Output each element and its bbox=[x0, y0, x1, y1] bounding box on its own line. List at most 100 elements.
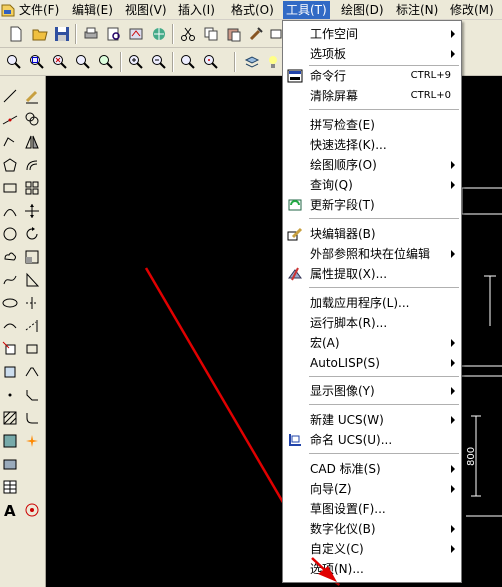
menu-draw[interactable]: 绘图(D) bbox=[338, 1, 387, 19]
menu-item-named-ucs[interactable]: 命名 UCS(U)... bbox=[283, 430, 461, 450]
submenu-arrow-icon bbox=[451, 181, 455, 189]
erase-icon[interactable] bbox=[22, 86, 42, 106]
etransmit-icon[interactable] bbox=[149, 24, 169, 44]
rectangle-icon[interactable] bbox=[0, 178, 20, 198]
polygon-icon[interactable] bbox=[0, 155, 20, 175]
block-editor-icon bbox=[286, 225, 304, 243]
menu-tools[interactable]: 工具(T) bbox=[283, 1, 330, 19]
gradient-icon[interactable] bbox=[0, 431, 20, 451]
menu-dimension[interactable]: 标注(N) bbox=[393, 1, 441, 19]
menu-item-block-editor[interactable]: 块编辑器(B) bbox=[283, 224, 461, 244]
revision-cloud-icon[interactable] bbox=[0, 247, 20, 267]
menu-item-spelling[interactable]: 拼写检查(E) bbox=[283, 115, 461, 135]
zoom-window-icon[interactable] bbox=[27, 52, 47, 72]
menu-file[interactable]: 文件(F) bbox=[16, 1, 62, 19]
zoom-center-icon[interactable] bbox=[201, 52, 221, 72]
menu-edit[interactable]: 编辑(E) bbox=[69, 1, 116, 19]
spline-icon[interactable] bbox=[0, 270, 20, 290]
chamfer-icon[interactable] bbox=[22, 385, 42, 405]
menu-item-run-script[interactable]: 运行脚本(R)... bbox=[283, 313, 461, 333]
construction-line-icon[interactable] bbox=[0, 109, 20, 129]
lightbulb-icon[interactable] bbox=[263, 52, 283, 72]
match-properties-icon[interactable] bbox=[246, 24, 266, 44]
insert-block-icon[interactable] bbox=[0, 339, 20, 359]
zoom-in-icon[interactable] bbox=[126, 52, 146, 72]
menu-item-wizards[interactable]: 向导(Z) bbox=[283, 479, 461, 499]
print-icon[interactable] bbox=[81, 24, 101, 44]
paste-icon[interactable] bbox=[224, 24, 244, 44]
break-icon[interactable] bbox=[22, 339, 42, 359]
stretch-icon[interactable] bbox=[22, 270, 42, 290]
layers-icon[interactable] bbox=[242, 52, 262, 72]
print-preview-icon[interactable] bbox=[104, 24, 124, 44]
menu-item-inquiry[interactable]: 查询(Q) bbox=[283, 175, 461, 195]
multiline-text-icon[interactable]: A bbox=[0, 500, 20, 520]
make-block-icon[interactable] bbox=[0, 362, 20, 382]
menu-item-tablet[interactable]: 数字化仪(B) bbox=[283, 519, 461, 539]
menu-item-xref-edit[interactable]: 外部参照和块在位编辑 bbox=[283, 244, 461, 264]
copy-icon[interactable] bbox=[201, 24, 221, 44]
menu-insert[interactable]: 插入(I) bbox=[175, 1, 218, 19]
join-icon[interactable] bbox=[22, 362, 42, 382]
menu-item-attribute-extraction[interactable]: 属性提取(X)... bbox=[283, 264, 461, 284]
svg-text:A: A bbox=[4, 502, 16, 518]
hatch-icon[interactable] bbox=[0, 408, 20, 428]
rotate-icon[interactable] bbox=[22, 224, 42, 244]
array-icon[interactable] bbox=[22, 178, 42, 198]
publish-icon[interactable] bbox=[126, 24, 146, 44]
menu-bar: 文件(F) 编辑(E) 视图(V) 插入(I) 格式(O) 工具(T) 绘图(D… bbox=[0, 0, 502, 20]
line-icon[interactable] bbox=[0, 86, 20, 106]
scale-icon[interactable] bbox=[22, 247, 42, 267]
submenu-arrow-icon bbox=[451, 485, 455, 493]
menu-item-autolisp[interactable]: AutoLISP(S) bbox=[283, 353, 461, 373]
menu-item-palettes[interactable]: 选项板 bbox=[283, 44, 461, 64]
menu-item-new-ucs[interactable]: 新建 UCS(W) bbox=[283, 410, 461, 430]
menu-format[interactable]: 格式(O) bbox=[228, 1, 277, 19]
ellipse-arc-icon[interactable] bbox=[0, 316, 20, 336]
move-icon[interactable] bbox=[22, 201, 42, 221]
target-icon[interactable] bbox=[22, 500, 42, 520]
circle-icon[interactable] bbox=[0, 224, 20, 244]
menu-modify[interactable]: 修改(M) bbox=[447, 1, 497, 19]
menu-item-options[interactable]: 选项(N)... bbox=[283, 559, 461, 579]
menu-item-display-image[interactable]: 显示图像(Y) bbox=[283, 381, 461, 401]
submenu-arrow-icon bbox=[451, 465, 455, 473]
menu-item-draw-order[interactable]: 绘图顺序(O) bbox=[283, 155, 461, 175]
menu-item-load-application[interactable]: 加载应用程序(L)... bbox=[283, 293, 461, 313]
menu-view[interactable]: 视图(V) bbox=[122, 1, 170, 19]
menu-item-update-fields[interactable]: 更新字段(T) bbox=[283, 195, 461, 215]
zoom-previous-icon[interactable] bbox=[50, 52, 70, 72]
menu-item-customize[interactable]: 自定义(C) bbox=[283, 539, 461, 559]
explode-icon[interactable] bbox=[22, 431, 42, 451]
menu-item-drafting-settings[interactable]: 草图设置(F)... bbox=[283, 499, 461, 519]
mirror-icon[interactable] bbox=[22, 132, 42, 152]
cut-icon[interactable] bbox=[178, 24, 198, 44]
new-file-icon[interactable] bbox=[6, 24, 26, 44]
zoom-realtime-icon[interactable] bbox=[4, 52, 24, 72]
region-icon[interactable] bbox=[0, 454, 20, 474]
zoom-extents-icon[interactable] bbox=[73, 52, 93, 72]
extend-icon[interactable] bbox=[22, 316, 42, 336]
zoom-scale-icon[interactable] bbox=[178, 52, 198, 72]
polyline-icon[interactable] bbox=[0, 132, 20, 152]
menu-item-cad-standards[interactable]: CAD 标准(S) bbox=[283, 459, 461, 479]
copy-object-icon[interactable] bbox=[22, 109, 42, 129]
zoom-out-icon[interactable] bbox=[149, 52, 169, 72]
submenu-arrow-icon bbox=[451, 50, 455, 58]
point-icon[interactable] bbox=[0, 385, 20, 405]
trim-icon[interactable] bbox=[22, 293, 42, 313]
menu-item-command-line[interactable]: 命令行 CTRL+9 bbox=[283, 66, 461, 86]
zoom-all-icon[interactable] bbox=[96, 52, 116, 72]
menu-item-macro[interactable]: 宏(A) bbox=[283, 333, 461, 353]
attribute-extraction-icon bbox=[286, 265, 304, 283]
save-icon[interactable] bbox=[52, 24, 72, 44]
offset-icon[interactable] bbox=[22, 155, 42, 175]
table-icon[interactable] bbox=[0, 477, 20, 497]
menu-item-quick-select[interactable]: 快速选择(K)... bbox=[283, 135, 461, 155]
fillet-icon[interactable] bbox=[22, 408, 42, 428]
menu-item-clean-screen[interactable]: 清除屏幕 CTRL+0 bbox=[283, 86, 461, 106]
ellipse-icon[interactable] bbox=[0, 293, 20, 313]
menu-item-workspaces[interactable]: 工作空间 bbox=[283, 24, 461, 44]
open-file-icon[interactable] bbox=[30, 24, 50, 44]
arc-icon[interactable] bbox=[0, 201, 20, 221]
